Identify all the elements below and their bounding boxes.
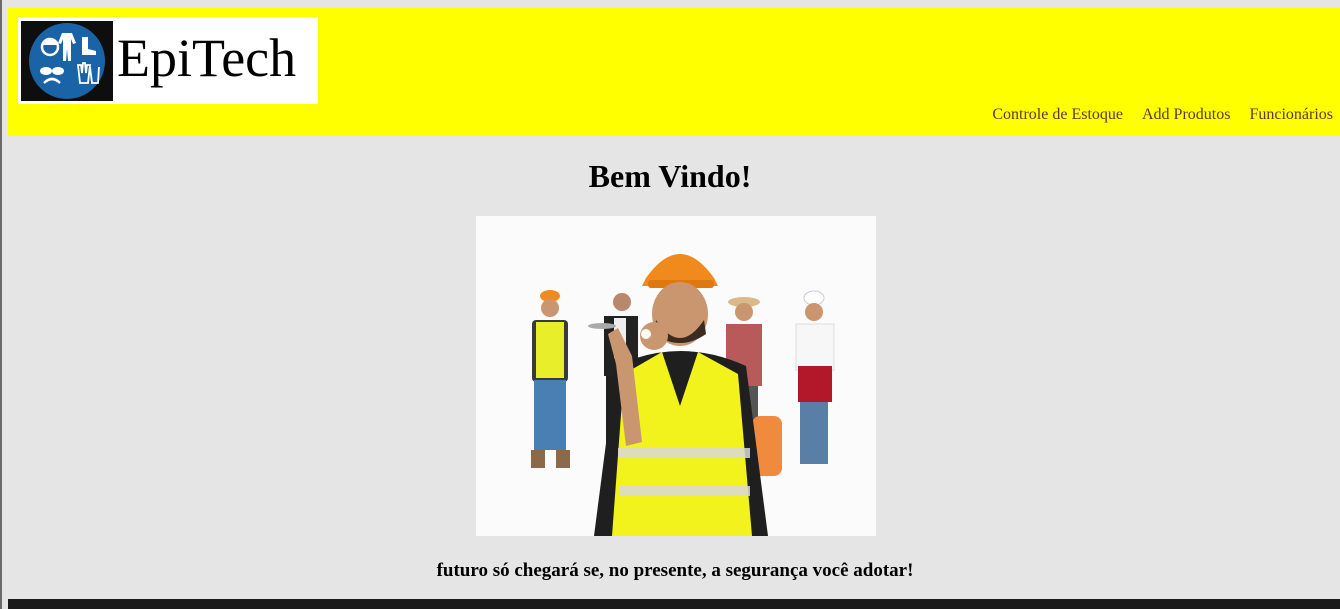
tagline: futuro só chegará se, no presente, a seg… [436,560,914,581]
page-left-border [0,0,2,609]
footer-bar [8,599,1340,609]
page-title: Bem Vindo! [588,158,752,194]
nav-link-controle-de-estoque[interactable]: Controle de Estoque [992,106,1123,124]
safety-equipment-icon [21,20,113,101]
site-header: EpiTech Controle de Estoque Add Produtos… [8,8,1340,136]
site-logo[interactable]: EpiTech [18,17,318,104]
nav-link-add-produtos[interactable]: Add Produtos [1142,106,1230,124]
main-nav: Controle de Estoque Add Produtos Funcion… [992,106,1333,124]
hero-image [476,216,876,536]
logo-text: EpiTech [117,27,297,88]
nav-link-funcionarios[interactable]: Funcionários [1249,106,1333,124]
